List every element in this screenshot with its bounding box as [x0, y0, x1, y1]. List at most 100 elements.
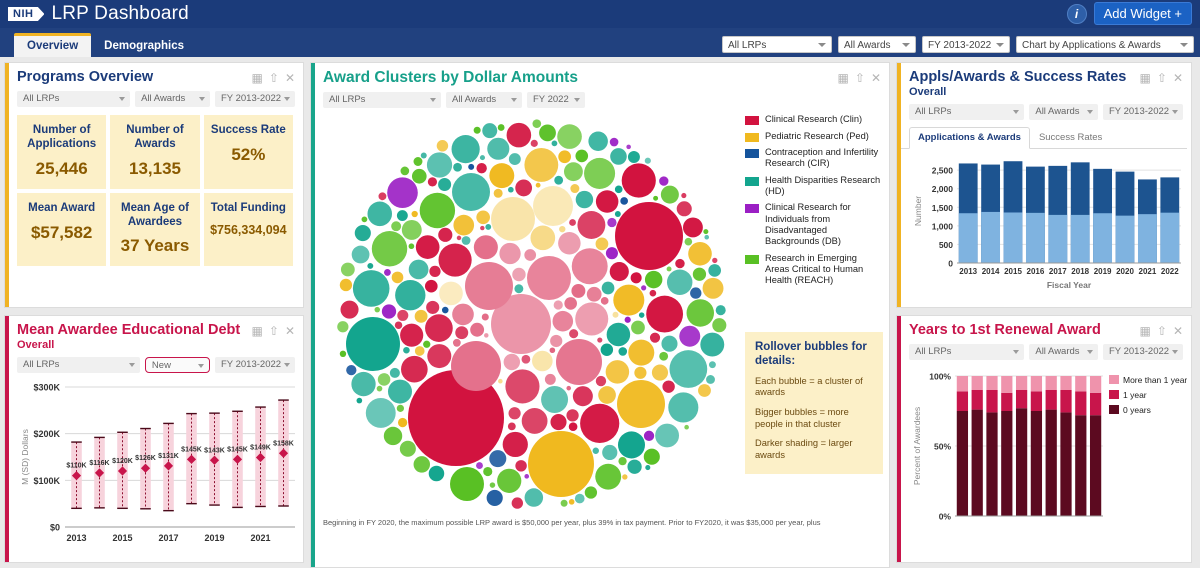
- bubble-chart-svg[interactable]: [319, 110, 759, 510]
- debt-filters: All LRPs New FY 2013-2022: [5, 351, 303, 373]
- panel-award-clusters: Award Clusters by Dollar Amounts ▦ ⇧ ✕ A…: [310, 62, 890, 568]
- filter-award-type[interactable]: New: [144, 356, 210, 373]
- tab-demographics[interactable]: Demographics: [91, 36, 197, 57]
- legend-label: Contraception and Infertility Research (…: [765, 146, 879, 169]
- legend-swatch-ped: [745, 132, 759, 142]
- kpi-value: 25,446: [35, 158, 88, 178]
- filter-fiscalyear[interactable]: FY 2013-2022: [1103, 104, 1183, 121]
- debt-icons: ▦ ⇧ ✕: [252, 323, 295, 337]
- clusters-header: Award Clusters by Dollar Amounts ▦ ⇧ ✕: [311, 63, 889, 86]
- svg-text:$300K: $300K: [33, 382, 60, 392]
- kpi-label: Number of Awards: [126, 124, 184, 151]
- svg-text:$158K: $158K: [273, 440, 294, 447]
- global-filters: All LRPs All Awards FY 2013-2022 Chart b…: [722, 36, 1194, 53]
- legend-swatch-cir: [745, 148, 759, 158]
- header-actions: i Add Widget +: [1066, 2, 1192, 25]
- legend-item: Pediatric Research (Ped): [745, 131, 883, 142]
- svg-text:2020: 2020: [1116, 267, 1134, 276]
- kpi-label: Number of Applications: [27, 124, 97, 151]
- app-header: NIH LRP Dashboard i Add Widget +: [0, 0, 1200, 28]
- svg-text:1,000: 1,000: [932, 222, 954, 232]
- programs-overview-header: Programs Overview ▦ ⇧ ✕: [5, 63, 303, 85]
- close-icon[interactable]: ✕: [1173, 72, 1183, 84]
- table-icon[interactable]: ▦: [252, 72, 263, 84]
- export-icon[interactable]: ⇧: [855, 72, 865, 84]
- svg-text:2013: 2013: [959, 267, 977, 276]
- center-column: Award Clusters by Dollar Amounts ▦ ⇧ ✕ A…: [310, 62, 890, 568]
- close-icon[interactable]: ✕: [1173, 325, 1183, 337]
- close-icon[interactable]: ✕: [285, 325, 295, 337]
- bubble-chart-container: Clinical Research (Clin) Pediatric Resea…: [311, 110, 889, 515]
- svg-text:100%: 100%: [929, 371, 951, 381]
- clusters-title: Award Clusters by Dollar Amounts: [323, 69, 578, 86]
- panel-educational-debt: Mean Awardee Educational Debt Overall ▦ …: [4, 314, 304, 563]
- filter-awards[interactable]: All Awards: [135, 91, 210, 108]
- export-icon[interactable]: ⇧: [269, 325, 279, 337]
- appls-title: Appls/Awards & Success Rates: [909, 69, 1127, 85]
- dashboard-grid: Programs Overview ▦ ⇧ ✕ All LRPs All Awa…: [0, 57, 1200, 568]
- filter-awards[interactable]: All Awards: [446, 92, 522, 109]
- svg-text:0 years: 0 years: [1123, 405, 1151, 415]
- global-filter-charttype[interactable]: Chart by Applications & Awards: [1016, 36, 1194, 53]
- table-icon[interactable]: ▦: [1140, 325, 1151, 337]
- filter-awards[interactable]: All Awards: [1029, 104, 1098, 121]
- svg-text:$143K: $143K: [204, 447, 225, 454]
- kpi-label: Mean Age of Awardees: [121, 201, 189, 228]
- svg-text:1 year: 1 year: [1123, 390, 1147, 400]
- svg-text:$120K: $120K: [112, 458, 133, 465]
- global-filter-lrp[interactable]: All LRPs: [722, 36, 832, 53]
- main-tabbar: Overview Demographics All LRPs All Award…: [0, 28, 1200, 57]
- table-icon[interactable]: ▦: [1140, 72, 1151, 84]
- debt-header: Mean Awardee Educational Debt Overall ▦ …: [5, 316, 303, 351]
- svg-text:2,500: 2,500: [932, 166, 954, 176]
- tab-overview[interactable]: Overview: [14, 33, 92, 57]
- svg-text:2013: 2013: [66, 533, 86, 543]
- filter-fiscalyear[interactable]: FY 2013-2022: [215, 91, 295, 108]
- filter-awards[interactable]: All Awards: [1029, 343, 1098, 360]
- filter-lrp[interactable]: All LRPs: [909, 104, 1025, 121]
- filter-fiscalyear[interactable]: FY 2013-2022: [215, 356, 295, 373]
- svg-text:2016: 2016: [1027, 267, 1045, 276]
- global-filter-awards[interactable]: All Awards: [838, 36, 916, 53]
- panel-programs-overview: Programs Overview ▦ ⇧ ✕ All LRPs All Awa…: [4, 62, 304, 308]
- legend-label: Clinical Research for Individuals from D…: [765, 202, 851, 247]
- rollover-line: Bigger bubbles = more people in that clu…: [755, 407, 849, 429]
- subtab-success-rates[interactable]: Success Rates: [1030, 127, 1111, 148]
- kpi-tile: Number of Applications 25,446: [17, 115, 107, 189]
- filter-lrp[interactable]: All LRPs: [17, 91, 131, 108]
- clusters-filters: All LRPs All Awards FY 2022: [311, 86, 889, 109]
- renewal-filters: All LRPs All Awards FY 2013-2022: [897, 338, 1191, 360]
- kpi-value: 52%: [231, 145, 266, 165]
- filter-fiscalyear[interactable]: FY 2013-2022: [1103, 343, 1183, 360]
- export-icon[interactable]: ⇧: [269, 72, 279, 84]
- close-icon[interactable]: ✕: [285, 72, 295, 84]
- debt-subtitle: Overall: [17, 338, 55, 351]
- filter-lrp[interactable]: All LRPs: [17, 356, 140, 373]
- svg-text:Number: Number: [913, 196, 923, 226]
- svg-text:$110K: $110K: [66, 462, 86, 469]
- filter-lrp[interactable]: All LRPs: [909, 343, 1025, 360]
- add-widget-button[interactable]: Add Widget +: [1093, 2, 1192, 25]
- info-icon[interactable]: i: [1066, 3, 1087, 24]
- appls-filters: All LRPs All Awards FY 2013-2022: [897, 98, 1191, 121]
- svg-text:2015: 2015: [1004, 267, 1022, 276]
- table-icon[interactable]: ▦: [252, 325, 263, 337]
- filter-fiscalyear[interactable]: FY 2022: [527, 92, 585, 109]
- cluster-legend: Clinical Research (Clin) Pediatric Resea…: [745, 114, 883, 291]
- panel-renewal: Years to 1st Renewal Award ▦ ⇧ ✕ All LRP…: [896, 314, 1192, 563]
- subtab-applications-awards[interactable]: Applications & Awards: [909, 127, 1030, 150]
- legend-item: Contraception and Infertility Research (…: [745, 147, 883, 170]
- export-icon[interactable]: ⇧: [1157, 72, 1167, 84]
- svg-text:More than 1 year: More than 1 year: [1123, 375, 1187, 385]
- legend-swatch-db: [745, 204, 759, 214]
- renewal-header: Years to 1st Renewal Award ▦ ⇧ ✕: [897, 316, 1191, 338]
- clusters-footnote: Beginning in FY 2020, the maximum possib…: [323, 518, 821, 528]
- close-icon[interactable]: ✕: [871, 72, 881, 84]
- export-icon[interactable]: ⇧: [1157, 325, 1167, 337]
- table-icon[interactable]: ▦: [838, 72, 849, 84]
- legend-label: Health Disparities Research (HD): [765, 174, 881, 196]
- programs-overview-icons: ▦ ⇧ ✕: [252, 70, 295, 84]
- nih-logo: NIH: [8, 7, 45, 21]
- filter-lrp[interactable]: All LRPs: [323, 92, 441, 109]
- global-filter-fiscalyear[interactable]: FY 2013-2022: [922, 36, 1010, 53]
